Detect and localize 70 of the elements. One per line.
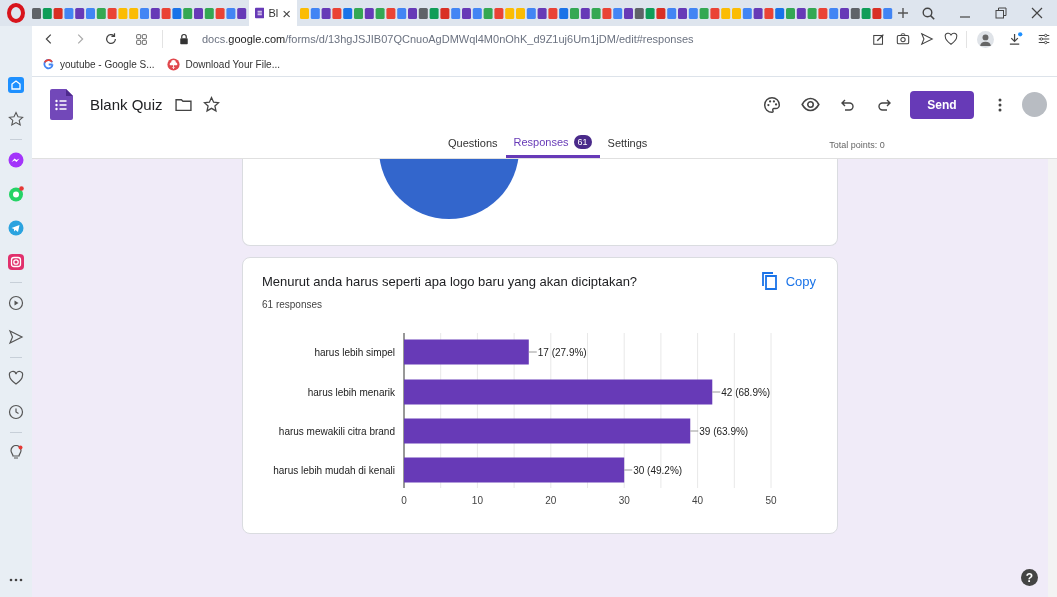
restore-icon[interactable]: [995, 7, 1007, 19]
google-icon: [43, 58, 54, 70]
value-label: 30 (49.2%): [633, 465, 683, 476]
heart-icon[interactable]: [8, 370, 24, 386]
value-label: 39 (63.9%): [699, 426, 749, 437]
active-tab[interactable]: Bl ×: [249, 0, 297, 26]
copy-icon: [761, 272, 778, 290]
category-label: harus lebih menarik: [307, 387, 395, 398]
palette-icon[interactable]: [763, 95, 781, 114]
padlock-icon[interactable]: [178, 33, 190, 45]
bookmark-link[interactable]: youtube - Google S...: [60, 58, 155, 70]
value-label: 42 (68.9%): [721, 387, 771, 398]
send-button[interactable]: Send: [910, 90, 974, 119]
question-title: Menurut anda harus seperti apa logo baru yang akan diciptakan?: [262, 273, 638, 289]
eye-icon[interactable]: [801, 95, 820, 114]
star-icon[interactable]: [8, 111, 24, 127]
clock-icon[interactable]: [8, 404, 24, 420]
cloud-download-icon: [166, 57, 180, 71]
form-tab[interactable]: Settings: [599, 137, 656, 158]
profile-icon[interactable]: [977, 30, 994, 48]
grid-icon[interactable]: [135, 32, 148, 46]
copy-button[interactable]: Copy: [761, 272, 818, 290]
new-tab-icon[interactable]: [897, 7, 909, 19]
axis-tick-label: 40: [692, 495, 704, 506]
tab-close-button[interactable]: ×: [282, 5, 291, 21]
folder-icon[interactable]: [174, 96, 192, 113]
category-label: harus mewakili citra brand: [278, 426, 395, 437]
star-icon[interactable]: [202, 96, 220, 113]
player-icon[interactable]: [8, 295, 24, 311]
address-bar-url[interactable]: docs.google.com/forms/d/13hgJSJIB07QCnuoAgDMWql4M0nOhK_d9Z1uj6Um1jDM/edit#responses: [202, 33, 694, 45]
lightbulb-icon[interactable]: [8, 445, 24, 461]
messenger-icon[interactable]: [8, 152, 24, 168]
leader-line: [528, 351, 538, 353]
send-icon[interactable]: [8, 329, 24, 345]
leader-line: [623, 469, 633, 471]
download-icon[interactable]: [1008, 31, 1023, 47]
send-icon[interactable]: [920, 32, 934, 46]
opera-logo-icon[interactable]: [6, 3, 26, 23]
total-points: Total points: 0: [829, 140, 885, 152]
leader-line: [711, 391, 721, 393]
response-count: 61 responses: [262, 299, 324, 310]
search-icon[interactable]: [922, 6, 935, 20]
axis-tick-label: 10: [471, 495, 483, 506]
instagram-icon[interactable]: [8, 254, 24, 270]
reload-icon[interactable]: [104, 32, 118, 46]
response-count-badge: 61: [573, 135, 592, 149]
axis-tick-label: 0: [401, 495, 407, 506]
heart-icon[interactable]: [944, 32, 958, 46]
scrollbar[interactable]: [1048, 159, 1057, 597]
settings-icon[interactable]: [1037, 32, 1051, 46]
leader-line: [689, 430, 699, 432]
axis-tick-label: 30: [618, 495, 630, 506]
tab-title: Bl: [268, 7, 279, 19]
whatsapp-icon[interactable]: [8, 186, 24, 202]
category-label: harus lebih simpel: [314, 347, 395, 358]
axis-tick-label: 50: [765, 495, 777, 506]
edit-icon[interactable]: [872, 32, 886, 46]
telegram-icon[interactable]: [8, 220, 24, 236]
camera-icon[interactable]: [896, 32, 910, 46]
form-title[interactable]: Blank Quiz: [90, 96, 163, 113]
help-button[interactable]: ?: [1021, 569, 1038, 586]
value-label: 17 (27.9%): [537, 347, 587, 358]
forms-logo-icon[interactable]: [50, 89, 73, 120]
home-icon[interactable]: [8, 77, 24, 93]
axis-tick-label: 20: [545, 495, 557, 506]
close-icon[interactable]: [1031, 7, 1043, 19]
form-tab[interactable]: Questions: [440, 137, 506, 158]
category-label: harus lebih mudah di kenali: [273, 465, 395, 476]
forms-tab-icon: [255, 7, 265, 19]
bookmark-link[interactable]: Download Your File...: [185, 58, 281, 70]
